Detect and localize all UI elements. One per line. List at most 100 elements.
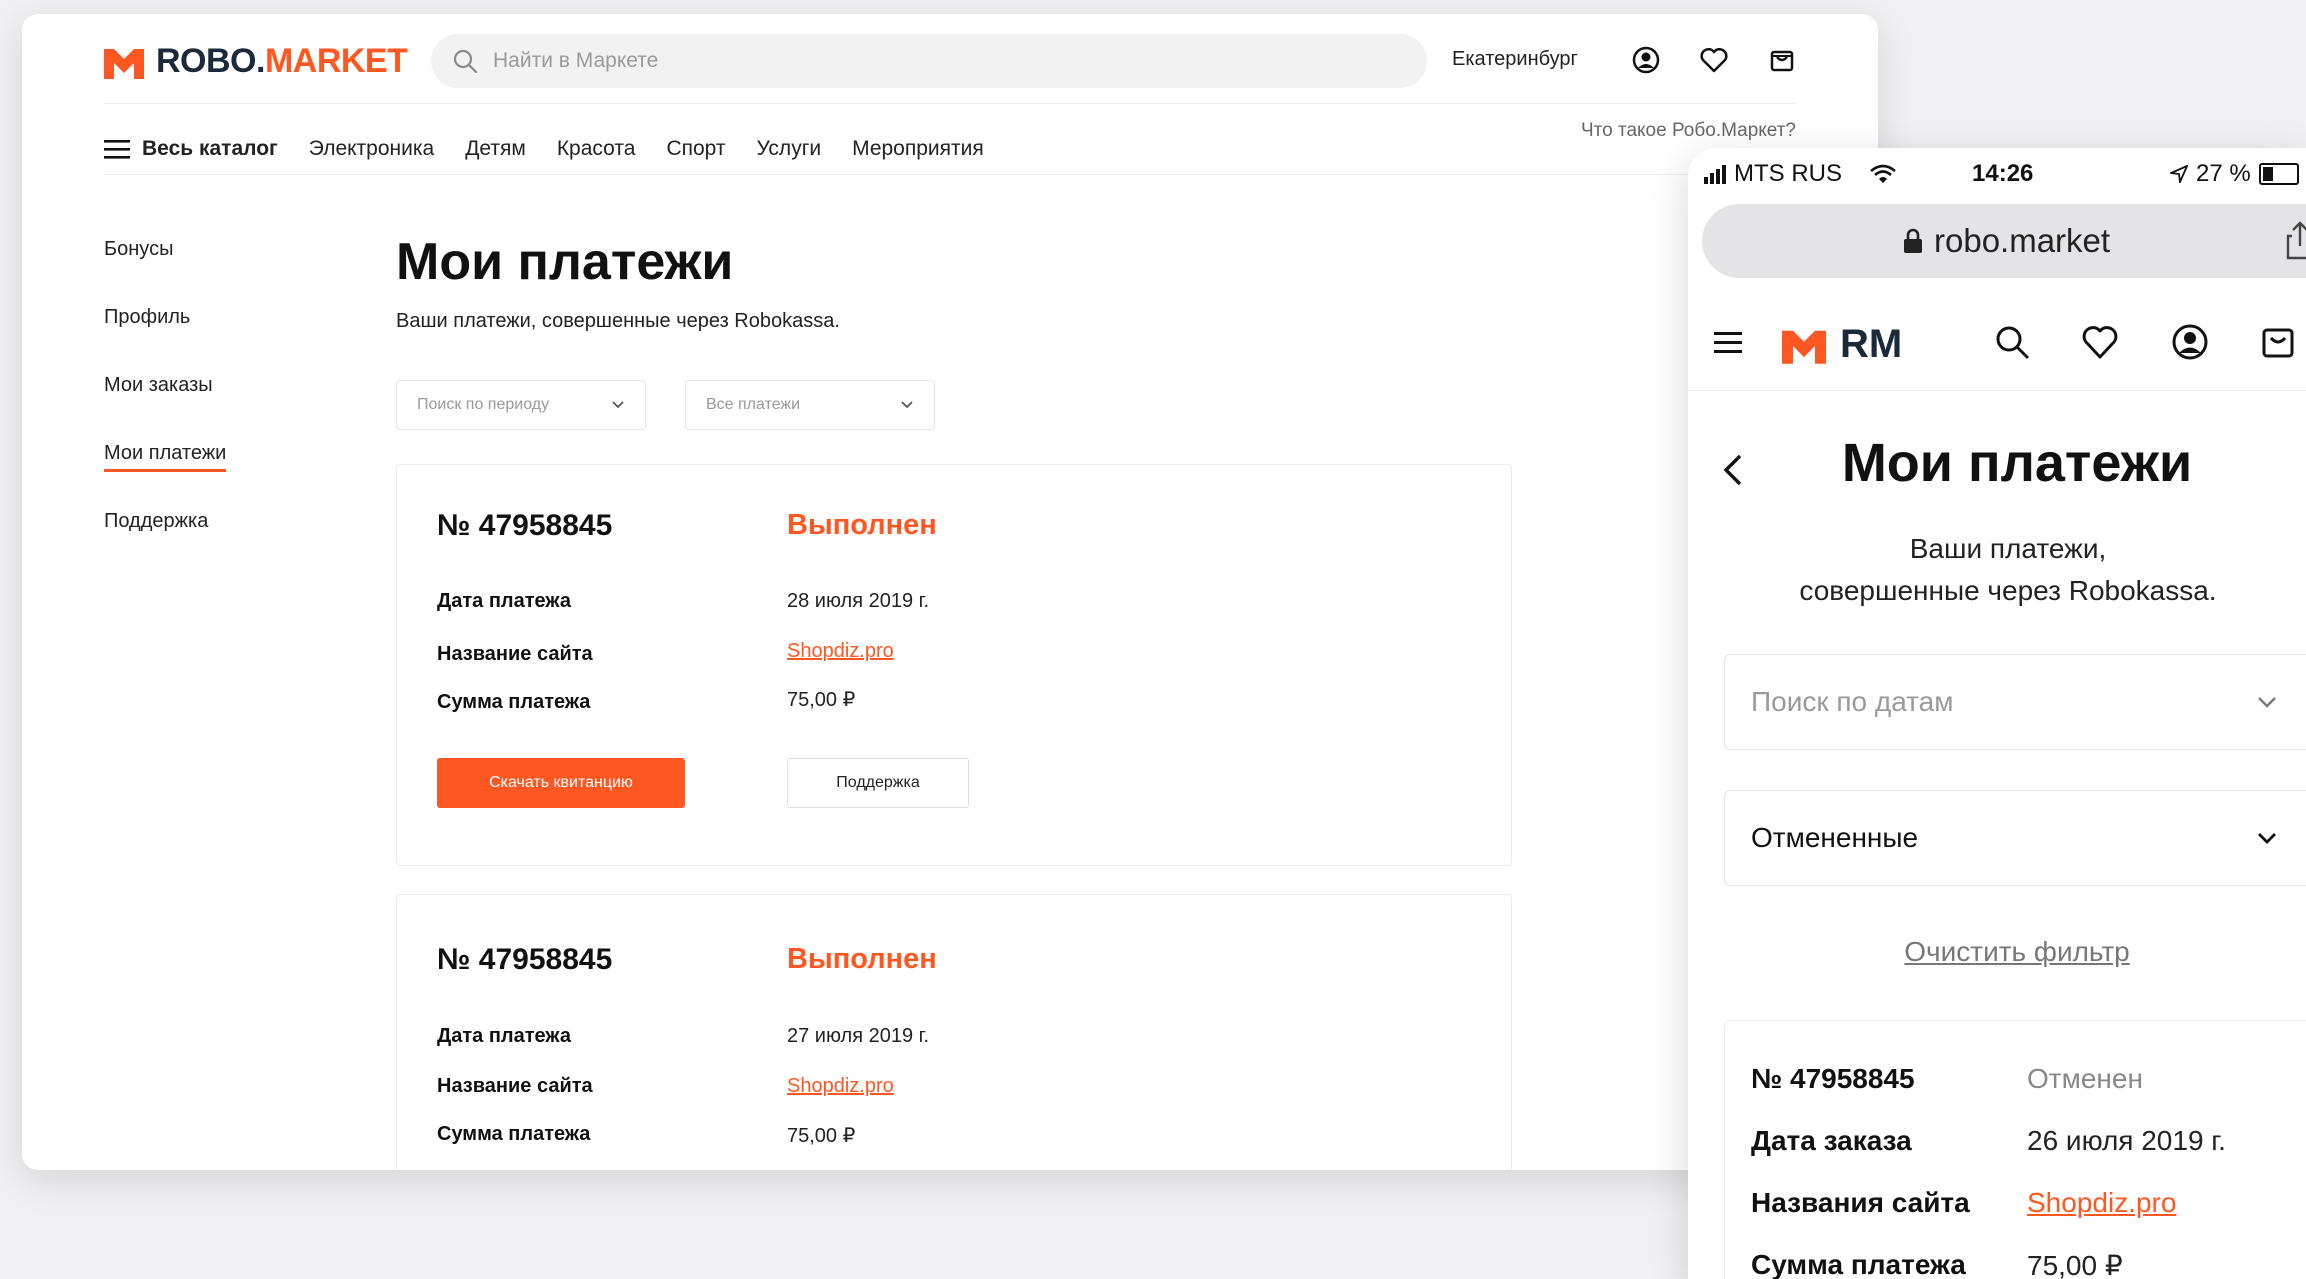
date-filter-select[interactable]: Поиск по датам (1724, 654, 2306, 750)
status-filter-select[interactable]: Отмененные (1724, 790, 2306, 886)
period-filter-select[interactable]: Поиск по периоду (396, 380, 646, 430)
logo-m-icon (104, 48, 144, 79)
mobile-header: RM (1688, 298, 2306, 391)
cart-icon[interactable] (2256, 320, 2300, 364)
url-text: robo.market (1934, 222, 2111, 259)
battery-percent: 27 % (2196, 160, 2251, 187)
sum-label: Сумма платежа (437, 1123, 591, 1145)
period-filter-value: Поиск по периоду (417, 396, 550, 413)
carrier: MTS RUS (1704, 160, 1896, 188)
nav-catalog[interactable]: Весь каталог (142, 137, 278, 161)
main-nav: Весь каталог Электроника Детям Красота С… (104, 124, 1015, 174)
cart-icon[interactable] (1766, 44, 1798, 76)
search-icon (453, 49, 478, 74)
page-subtitle: Ваши платежи, совершенные через Robokass… (396, 310, 840, 332)
logo-text: RM (1840, 322, 1903, 366)
payment-number: № 47958845 (1751, 1063, 1915, 1094)
sidebar-item-profile[interactable]: Профиль (104, 306, 226, 374)
page-title: Мои платежи (396, 233, 734, 291)
status-badge: Выполнен (787, 943, 937, 975)
support-button[interactable]: Поддержка (787, 758, 969, 808)
payment-card: № 47958845 Отменен Дата заказа 26 июля 2… (1724, 1020, 2306, 1279)
account-sidebar: Бонусы Профиль Мои заказы Мои платежи По… (104, 238, 227, 578)
lock-icon (1904, 228, 1922, 253)
sum-label: Сумма платежа (1751, 1249, 1966, 1279)
logo[interactable]: RM (1782, 322, 1902, 367)
site-link[interactable]: Shopdiz.pro (787, 1075, 894, 1098)
search-bar[interactable] (431, 34, 1427, 88)
payment-date: 26 июля 2019 г. (2027, 1125, 2226, 1156)
search-input[interactable] (491, 48, 1375, 74)
payment-card: № 47958845 Выполнен Дата платежа 27 июля… (396, 894, 1512, 1170)
heart-icon[interactable] (2078, 320, 2122, 364)
sidebar-item-orders[interactable]: Мои заказы (104, 374, 226, 442)
payment-type-select[interactable]: Все платежи (685, 380, 935, 430)
nav-item-beauty[interactable]: Красота (557, 137, 636, 161)
date-label: Дата платежа (437, 1025, 571, 1047)
payment-card: № 47958845 Выполнен Дата платежа 28 июля… (396, 464, 1512, 866)
battery-icon (2258, 163, 2299, 185)
payment-date: 28 июля 2019 г. (787, 590, 930, 612)
site-label: Название сайта (437, 643, 593, 665)
profile-icon[interactable] (1630, 44, 1662, 76)
site-label: Названия сайта (1751, 1187, 1970, 1218)
nav-item-sport[interactable]: Спорт (666, 137, 725, 161)
share-icon[interactable] (2282, 220, 2306, 260)
status-badge: Выполнен (787, 509, 937, 541)
payment-number: № 47958845 (437, 509, 613, 542)
chevron-down-icon (2258, 833, 2276, 844)
url: robo.market (1902, 222, 2110, 260)
menu-icon[interactable] (104, 139, 130, 159)
site-link[interactable]: Shopdiz.pro (2027, 1187, 2176, 1219)
browser-url-bar[interactable]: robo.market (1702, 204, 2306, 278)
logo[interactable]: ROBO.MARKET (104, 42, 408, 81)
logo-text-market: MARKET (264, 42, 408, 80)
nav-item-events[interactable]: Мероприятия (852, 137, 984, 161)
search-icon[interactable] (1990, 320, 2034, 364)
page-title: Мои платежи (1841, 433, 2193, 493)
payment-number: № 47958845 (437, 943, 613, 976)
nav-divider (104, 174, 1796, 175)
payment-sum: 75,00 ₽ (787, 1125, 856, 1147)
clear-filter-link[interactable]: Очистить фильтр (1688, 936, 2306, 968)
sidebar-item-label: Бонусы (104, 238, 174, 260)
sidebar-item-label: Мои заказы (104, 374, 213, 396)
mobile-screen: MTS RUS 14:26 27 % robo.market RM Мои пл… (1688, 148, 2306, 1279)
sidebar-item-label: Поддержка (104, 510, 209, 532)
logo-text: ROBO.MARKET (156, 42, 408, 81)
sum-label: Сумма платежа (437, 691, 591, 713)
site-link[interactable]: Shopdiz.pro (787, 640, 894, 663)
sidebar-item-payments[interactable]: Мои платежи (104, 442, 227, 510)
payment-date: 27 июля 2019 г. (787, 1025, 930, 1047)
logo-text-robo: ROBO. (156, 42, 265, 80)
profile-icon[interactable] (2168, 320, 2212, 364)
sidebar-item-label: Профиль (104, 306, 191, 328)
wifi-icon (1870, 164, 1896, 183)
date-filter-value: Поиск по датам (1751, 686, 1954, 717)
desktop-window: ROBO.MARKET Екатеринбург Весь каталог Эл… (22, 14, 1878, 1170)
date-label: Дата заказа (1751, 1125, 1912, 1156)
nav-item-electronics[interactable]: Электроника (309, 137, 434, 161)
payment-type-value: Все платежи (706, 396, 801, 413)
page-subtitle: Ваши платежи, совершенные через Robokass… (1728, 528, 2288, 612)
sidebar-item-support[interactable]: Поддержка (104, 510, 226, 578)
status-filter-value: Отмененные (1751, 822, 1919, 853)
status-bar: MTS RUS 14:26 27 % (1688, 148, 2306, 200)
chevron-down-icon (2258, 697, 2276, 708)
download-receipt-button[interactable]: Скачать квитанцию (437, 758, 685, 808)
nav-item-kids[interactable]: Детям (465, 137, 526, 161)
chevron-down-icon (901, 401, 913, 409)
status-badge: Отменен (2027, 1063, 2143, 1094)
signal-icon (1704, 164, 1728, 184)
heart-icon[interactable] (1698, 44, 1730, 76)
clock: 14:26 (1972, 160, 2034, 187)
nav-item-services[interactable]: Услуги (757, 137, 822, 161)
menu-icon[interactable] (1706, 320, 1750, 364)
chevron-down-icon (612, 401, 624, 409)
logo-m-icon (1782, 330, 1826, 364)
header: ROBO.MARKET Екатеринбург (22, 14, 1878, 104)
payment-sum: 75,00 ₽ (2027, 1250, 2123, 1279)
sidebar-item-bonuses[interactable]: Бонусы (104, 238, 226, 306)
city-selector[interactable]: Екатеринбург (1452, 48, 1578, 71)
about-link[interactable]: Что такое Робо.Маркет? (1581, 120, 1796, 142)
